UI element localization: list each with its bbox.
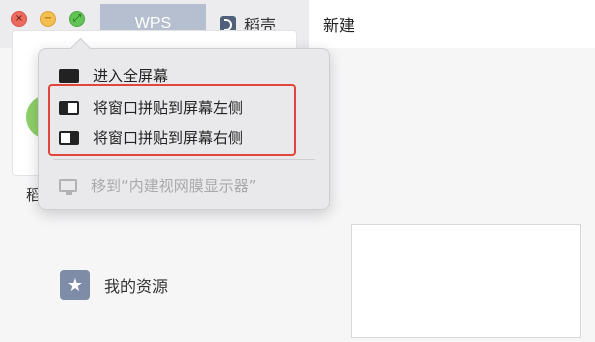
close-window-button[interactable]: × [11, 11, 27, 27]
menu-item-move-to-display: 移到“内建视网膜显示器” [59, 175, 257, 196]
close-icon: × [14, 13, 24, 24]
menu-item-label: 移到“内建视网膜显示器” [91, 177, 257, 195]
tab-new-label: 新建 [323, 16, 356, 35]
tab-new[interactable]: 新建 [309, 0, 595, 48]
minimize-window-button[interactable]: − [40, 11, 56, 27]
minimize-icon: − [43, 13, 53, 24]
my-resources-item[interactable]: ★ 我的资源 [60, 270, 168, 300]
maximize-window-button[interactable]: ⤢ [69, 11, 85, 27]
annotation-highlight-box [48, 84, 296, 156]
menu-divider [53, 159, 315, 160]
menu-item-enter-fullscreen[interactable]: 进入全屏幕 [59, 65, 168, 86]
fullscreen-arrows-icon: ⤢ [73, 13, 81, 24]
display-icon [59, 179, 77, 195]
star-icon: ★ [60, 270, 90, 300]
menu-item-label: 进入全屏幕 [93, 67, 169, 85]
fullscreen-icon [59, 68, 79, 83]
my-resources-label: 我的资源 [104, 277, 169, 296]
preview-panel [351, 224, 581, 338]
